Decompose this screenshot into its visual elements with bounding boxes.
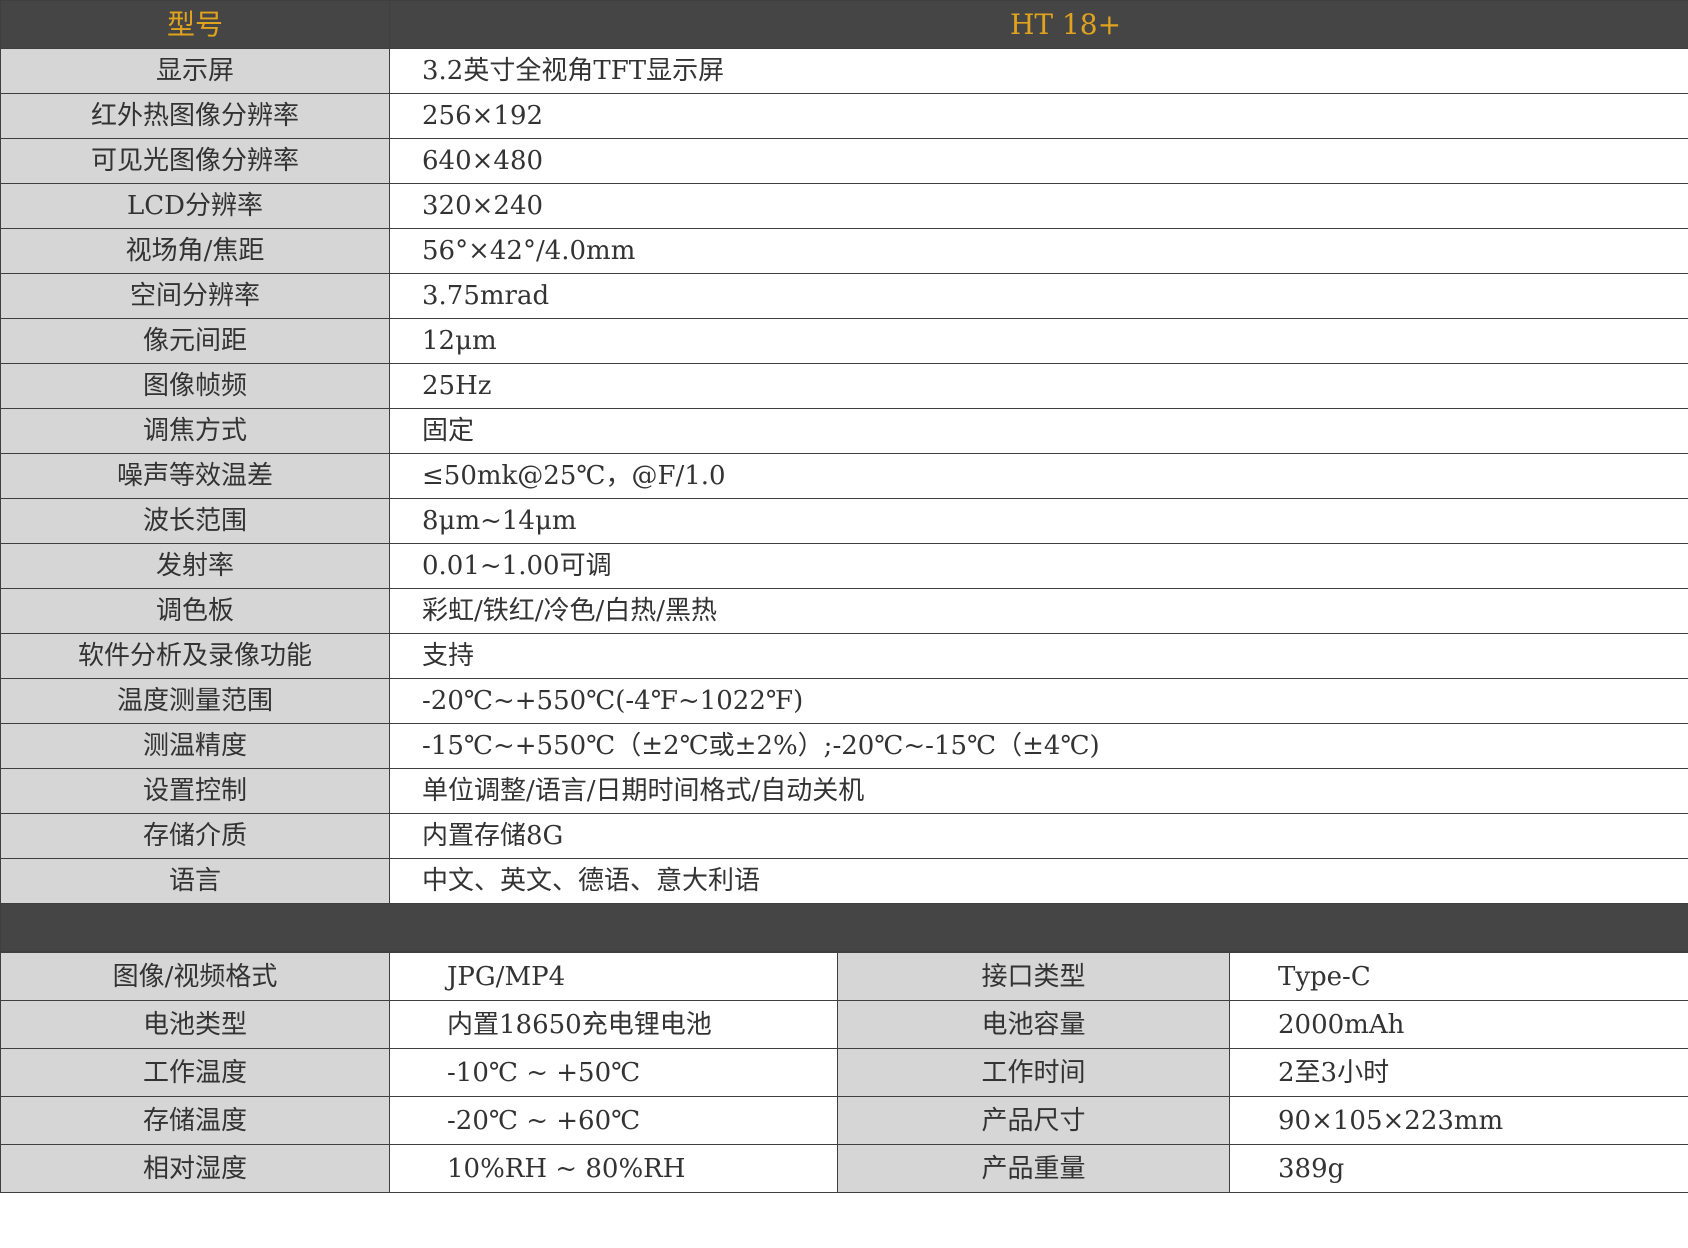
spec-value: 640×480 (389, 138, 1688, 184)
spec-row: 像元间距 12μm (0, 318, 1688, 364)
spec-value: -20℃~+550℃(-4℉~1022℉) (389, 678, 1688, 724)
spec-value: 彩虹/铁红/冷色/白热/黑热 (389, 588, 1688, 634)
spec-value: 56°×42°/4.0mm (389, 228, 1688, 274)
spec-value: 0.01~1.00可调 (389, 543, 1688, 589)
spec-row: 显示屏 3.2英寸全视角TFT显示屏 (0, 48, 1688, 94)
spec-label: 软件分析及录像功能 (0, 633, 390, 679)
spec-value: Type-C (1229, 952, 1688, 1001)
header-row: 型号 HT 18+ (0, 0, 1688, 49)
spec-table-secondary: 图像/视频格式 JPG/MP4 接口类型 Type-C 电池类型 内置18650… (0, 952, 1688, 1193)
spec-row: 设置控制 单位调整/语言/日期时间格式/自动关机 (0, 768, 1688, 814)
spec-row: 存储介质 内置存储8G (0, 813, 1688, 859)
spec-row: 图像帧频 25Hz (0, 363, 1688, 409)
spec-label: 产品重量 (837, 1144, 1230, 1193)
spec-label: 视场角/焦距 (0, 228, 390, 274)
spec-row: 语言 中文、英文、德语、意大利语 (0, 858, 1688, 904)
spec-row: 空间分辨率 3.75mrad (0, 273, 1688, 319)
spec-value: 320×240 (389, 183, 1688, 229)
spec-row: 发射率 0.01~1.00可调 (0, 543, 1688, 589)
spec-value: 25Hz (389, 363, 1688, 409)
spec-value: 2000mAh (1229, 1000, 1688, 1049)
spec-table: 型号 HT 18+ 显示屏 3.2英寸全视角TFT显示屏 红外热图像分辨率 256×… (0, 0, 1688, 952)
header-label: 型号 (0, 0, 390, 49)
spec-row: 视场角/焦距 56°×42°/4.0mm (0, 228, 1688, 274)
header-model: HT 18+ (389, 0, 1688, 49)
spec-label: 图像/视频格式 (0, 952, 390, 1001)
spec-row: 软件分析及录像功能 支持 (0, 633, 1688, 679)
spec-label: 图像帧频 (0, 363, 390, 409)
spec-value: 8μm~14μm (389, 498, 1688, 544)
spec-label: 温度测量范围 (0, 678, 390, 724)
spec-label: 接口类型 (837, 952, 1230, 1001)
spec-label: 相对湿度 (0, 1144, 390, 1193)
spec-value: 固定 (389, 408, 1688, 454)
spec-sheet: 型号 HT 18+ 显示屏 3.2英寸全视角TFT显示屏 红外热图像分辨率 256×… (0, 0, 1688, 1193)
spec-row: 相对湿度 10%RH ~ 80%RH 产品重量 389g (0, 1144, 1688, 1193)
spec-value: 内置存储8G (389, 813, 1688, 859)
spec-label: 调色板 (0, 588, 390, 634)
spec-label: LCD分辨率 (0, 183, 390, 229)
spec-value: -20℃ ~ +60℃ (389, 1096, 838, 1145)
spec-label: 工作时间 (837, 1048, 1230, 1097)
spec-label: 语言 (0, 858, 390, 904)
spec-value: 90×105×223mm (1229, 1096, 1688, 1145)
spec-label: 工作温度 (0, 1048, 390, 1097)
spec-label: 显示屏 (0, 48, 390, 94)
spec-label: 可见光图像分辨率 (0, 138, 390, 184)
spec-row: 温度测量范围 -20℃~+550℃(-4℉~1022℉) (0, 678, 1688, 724)
spec-row: 图像/视频格式 JPG/MP4 接口类型 Type-C (0, 952, 1688, 1001)
spec-value: 3.75mrad (389, 273, 1688, 319)
spec-row: 电池类型 内置18650充电锂电池 电池容量 2000mAh (0, 1000, 1688, 1049)
spec-label: 存储介质 (0, 813, 390, 859)
spec-label: 设置控制 (0, 768, 390, 814)
section-divider (0, 903, 1688, 952)
spec-row: 测温精度 -15℃~+550℃（±2℃或±2%）;-20℃~-15℃（±4℃) (0, 723, 1688, 769)
spec-value: -10℃ ~ +50℃ (389, 1048, 838, 1097)
spec-label: 噪声等效温差 (0, 453, 390, 499)
spec-label: 波长范围 (0, 498, 390, 544)
spec-label: 存储温度 (0, 1096, 390, 1145)
spec-value: 单位调整/语言/日期时间格式/自动关机 (389, 768, 1688, 814)
spec-row: 噪声等效温差 ≤50mk@25℃，@F/1.0 (0, 453, 1688, 499)
spec-row: 工作温度 -10℃ ~ +50℃ 工作时间 2至3小时 (0, 1048, 1688, 1097)
spec-value: 389g (1229, 1144, 1688, 1193)
spec-value: 支持 (389, 633, 1688, 679)
spec-label: 空间分辨率 (0, 273, 390, 319)
spec-label: 调焦方式 (0, 408, 390, 454)
spec-label: 测温精度 (0, 723, 390, 769)
spec-value: 中文、英文、德语、意大利语 (389, 858, 1688, 904)
spec-label: 电池类型 (0, 1000, 390, 1049)
spec-label: 产品尺寸 (837, 1096, 1230, 1145)
spec-value: 10%RH ~ 80%RH (389, 1144, 838, 1193)
spec-value: 256×192 (389, 93, 1688, 139)
spec-value: JPG/MP4 (389, 952, 838, 1001)
spec-row: 调焦方式 固定 (0, 408, 1688, 454)
spec-value: 2至3小时 (1229, 1048, 1688, 1097)
spec-value: ≤50mk@25℃，@F/1.0 (389, 453, 1688, 499)
divider-bar (0, 903, 1688, 952)
spec-row: LCD分辨率 320×240 (0, 183, 1688, 229)
spec-value: 3.2英寸全视角TFT显示屏 (389, 48, 1688, 94)
spec-row: 波长范围 8μm~14μm (0, 498, 1688, 544)
spec-value: -15℃~+550℃（±2℃或±2%）;-20℃~-15℃（±4℃) (389, 723, 1688, 769)
spec-row: 调色板 彩虹/铁红/冷色/白热/黑热 (0, 588, 1688, 634)
spec-row: 可见光图像分辨率 640×480 (0, 138, 1688, 184)
spec-label: 红外热图像分辨率 (0, 93, 390, 139)
spec-row: 存储温度 -20℃ ~ +60℃ 产品尺寸 90×105×223mm (0, 1096, 1688, 1145)
spec-label: 电池容量 (837, 1000, 1230, 1049)
spec-row: 红外热图像分辨率 256×192 (0, 93, 1688, 139)
spec-value: 内置18650充电锂电池 (389, 1000, 838, 1049)
spec-label: 发射率 (0, 543, 390, 589)
spec-label: 像元间距 (0, 318, 390, 364)
spec-value: 12μm (389, 318, 1688, 364)
